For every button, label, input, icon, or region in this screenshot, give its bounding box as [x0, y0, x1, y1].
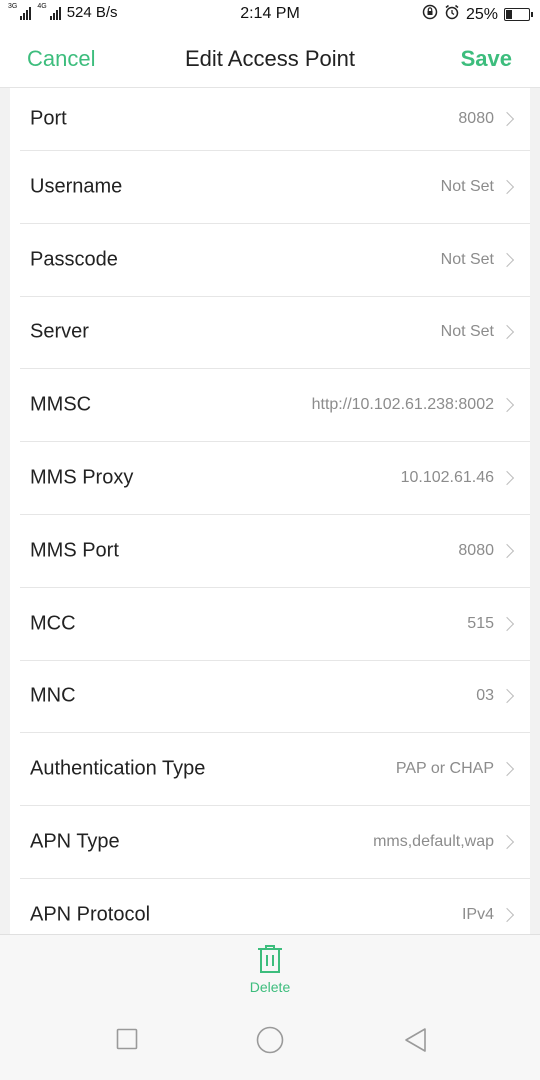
- list-item-value: mms,default,wap: [373, 833, 494, 851]
- list-item-apn-protocol[interactable]: APN Protocol IPv4: [20, 879, 530, 934]
- page-title: Edit Access Point: [185, 46, 355, 71]
- list-item-value: Not Set: [440, 323, 494, 341]
- circle-icon[interactable]: [256, 1026, 284, 1054]
- list-item-label: Server: [30, 320, 89, 343]
- list-item-authentication-type[interactable]: Authentication Type PAP or CHAP: [20, 733, 530, 807]
- chevron-right-icon: [499, 616, 515, 631]
- list-item-value: 515: [467, 614, 494, 632]
- battery-fill: [506, 10, 512, 19]
- list-item-value: PAP or CHAP: [395, 760, 494, 778]
- list-item-value: IPv4: [461, 905, 494, 923]
- chevron-right-icon: [499, 543, 515, 558]
- chevron-right-icon: [499, 834, 515, 850]
- chevron-right-icon: [499, 252, 515, 267]
- list-item-label: MMSC: [30, 393, 92, 416]
- list-item-passcode[interactable]: Passcode Not Set: [20, 224, 530, 297]
- list-item-username[interactable]: Username Not Set: [20, 151, 530, 224]
- settings-list[interactable]: Port 8080 Username Not Set Passcode Not …: [10, 88, 530, 934]
- chevron-right-icon: [499, 762, 515, 777]
- chevron-right-icon: [499, 471, 515, 486]
- navigation-bar: [0, 1010, 540, 1080]
- list-item-apn-type[interactable]: APN Type mms,default,wap: [20, 806, 530, 879]
- list-item-value: 8080: [458, 110, 494, 127]
- screen: 3G 4G 524 B/s 2:14 PM 25% Cancel Edit Ac…: [0, 0, 540, 1080]
- list-item-label: Authentication Type: [30, 757, 206, 780]
- list-item-mms-proxy[interactable]: MMS Proxy 10.102.61.46: [20, 442, 530, 515]
- square-icon[interactable]: [116, 1028, 138, 1050]
- battery-percent: 25%: [465, 5, 498, 23]
- list-item-mmsc[interactable]: MMSC http://10.102.61.238:8002: [20, 369, 530, 443]
- bottom-action-bar: Delete: [0, 934, 540, 1010]
- alarm-icon: [444, 4, 460, 25]
- list-item-label: APN Protocol: [30, 903, 151, 926]
- list-item-label: MMS Port: [30, 539, 119, 562]
- list-item-value: 10.102.61.46: [400, 469, 494, 487]
- battery-icon: [504, 8, 533, 21]
- list-item-label: Port: [30, 107, 67, 130]
- chevron-right-icon: [499, 398, 515, 413]
- chevron-right-icon: [499, 325, 515, 340]
- save-button[interactable]: Save: [461, 46, 512, 72]
- list-item-value: Not Set: [440, 177, 494, 195]
- list-item-value: http://10.102.61.238:8002: [311, 396, 494, 414]
- status-right: 25%: [422, 4, 533, 25]
- delete-label: Delete: [249, 979, 291, 995]
- list-item-label: Passcode: [30, 248, 118, 271]
- list-item-value: 8080: [458, 541, 494, 559]
- list-item-label: MMS Proxy: [30, 466, 134, 489]
- header: Cancel Edit Access Point Save: [0, 30, 540, 88]
- list-item-port[interactable]: Port 8080: [20, 88, 530, 151]
- rotation-lock-icon: [422, 4, 438, 25]
- chevron-right-icon: [499, 689, 515, 704]
- list-item-value: 03: [476, 687, 494, 705]
- list-item-label: APN Type: [30, 830, 120, 853]
- list-item-mnc[interactable]: MNC 03: [20, 661, 530, 734]
- delete-button[interactable]: Delete: [230, 943, 310, 1005]
- list-item-mms-port[interactable]: MMS Port 8080: [20, 515, 530, 588]
- list-item-mcc[interactable]: MCC 515: [20, 588, 530, 661]
- chevron-right-icon: [499, 907, 515, 922]
- list-item-server[interactable]: Server Not Set: [20, 297, 530, 370]
- list-item-label: MCC: [30, 612, 76, 635]
- chevron-right-icon: [499, 179, 515, 194]
- list-item-label: Username: [30, 175, 123, 198]
- triangle-back-icon[interactable]: [403, 1027, 429, 1053]
- status-bar: 3G 4G 524 B/s 2:14 PM 25%: [0, 0, 540, 30]
- list-item-label: MNC: [30, 684, 76, 707]
- trash-icon: [258, 945, 282, 973]
- chevron-right-icon: [499, 111, 515, 127]
- list-item-value: Not Set: [440, 250, 494, 268]
